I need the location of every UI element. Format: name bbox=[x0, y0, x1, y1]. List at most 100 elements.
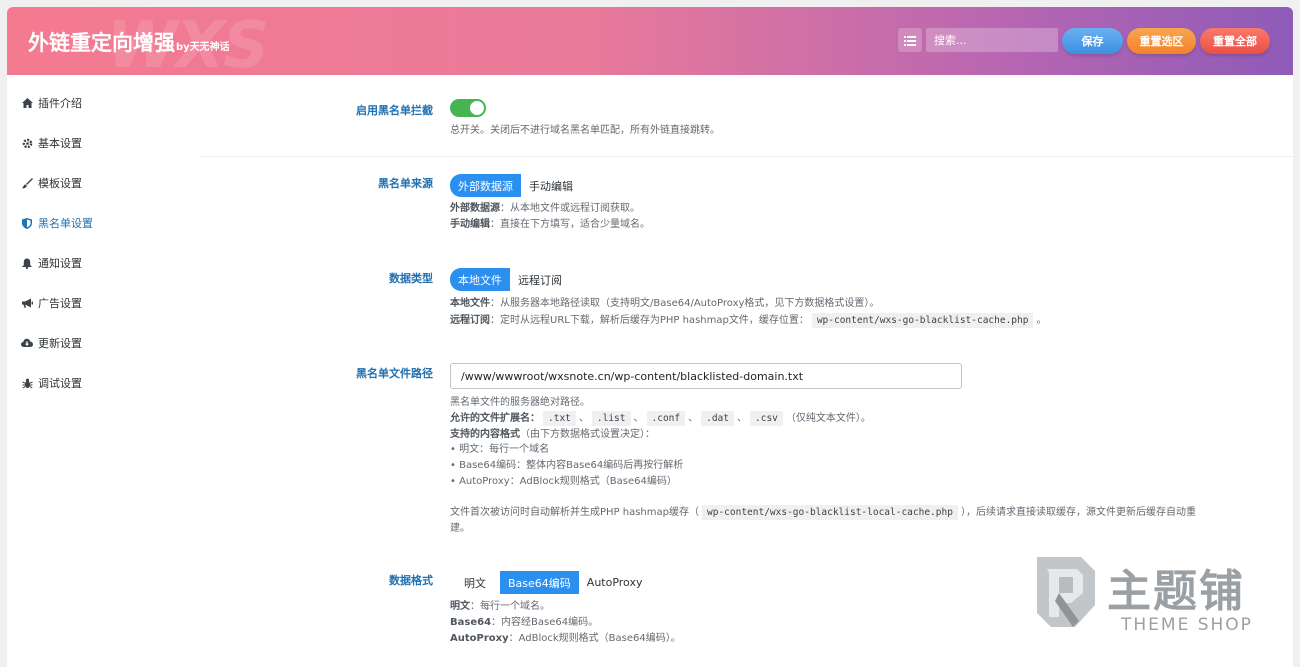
desc-key: 外部数据源 bbox=[450, 203, 500, 214]
sidebar-item-intro[interactable]: 插件介绍 bbox=[21, 93, 82, 113]
data-format-option-plain[interactable]: 明文 bbox=[450, 571, 500, 594]
desc-key: Base64 bbox=[450, 617, 492, 628]
desc-end: 。 bbox=[1036, 315, 1047, 326]
reset-selection-button[interactable]: 重置选区 bbox=[1127, 28, 1196, 54]
sidebar-item-notify[interactable]: 通知设置 bbox=[21, 253, 82, 273]
desc-key: 本地文件 bbox=[450, 298, 490, 309]
data-format-option-base64[interactable]: Base64编码 bbox=[500, 571, 579, 594]
desc-text: 文件首次被访问时自动解析并生成PHP hashmap缓存（ bbox=[450, 507, 699, 518]
sidebar-item-template[interactable]: 模板设置 bbox=[21, 173, 82, 193]
sidebar-item-label: 通知设置 bbox=[38, 257, 82, 270]
desc-text: ：定时从远程URL下载，解析后缓存为PHP hashmap文件，缓存位置： bbox=[490, 315, 809, 326]
field-label-source: 黑名单来源 bbox=[378, 177, 433, 190]
field-desc-source-2: 手动编辑：直接在下方填写，适合少量域名。 bbox=[450, 217, 650, 233]
divider bbox=[199, 156, 1293, 157]
field-desc-format-autoproxy: AutoProxy：AdBlock规则格式（Base64编码）。 bbox=[450, 631, 681, 647]
toggle-switch[interactable] bbox=[450, 99, 486, 117]
sidebar-item-debug[interactable]: 调试设置 bbox=[21, 373, 82, 393]
sidebar-item-label: 更新设置 bbox=[38, 337, 82, 350]
field-label-data-format: 数据格式 bbox=[389, 574, 433, 587]
format-bullet-base64: • Base64编码：整体内容Base64编码后再按行解析 bbox=[450, 460, 684, 471]
app-author: by天无神话 bbox=[176, 42, 230, 53]
app-title: 外链重定向增强by天无神话 bbox=[28, 27, 230, 57]
field-label-data-type: 数据类型 bbox=[389, 272, 433, 285]
sidebar-item-label: 基本设置 bbox=[38, 137, 82, 150]
ext-code: .txt bbox=[543, 411, 576, 426]
logo-text-en: THEME SHOP bbox=[1121, 615, 1253, 635]
data-type-option-local[interactable]: 本地文件 bbox=[450, 268, 510, 291]
field-desc-formats: 支持的内容格式（由下方数据格式设置决定）： bbox=[450, 427, 655, 443]
local-cache-path-code: wp-content/wxs-go-blacklist-local-cache.… bbox=[702, 505, 958, 520]
format-bullet-plain: • 明文：每行一个域名 bbox=[450, 444, 550, 455]
desc-key: 明文 bbox=[450, 601, 470, 612]
ext-separator: 、 bbox=[737, 413, 747, 424]
field-desc-data-type-1: 本地文件：从服务器本地路径读取（支持明文/Base64/AutoProxy格式，… bbox=[450, 296, 879, 312]
desc-text: ：从本地文件或远程订阅获取。 bbox=[500, 203, 640, 214]
sidebar-item-label: 黑名单设置 bbox=[38, 217, 93, 230]
field-desc-format-base64: Base64：内容经Base64编码。 bbox=[450, 615, 598, 631]
ext-code: .conf bbox=[646, 411, 686, 426]
blacklist-enable-toggle[interactable] bbox=[450, 99, 486, 117]
desc-text: （仅纯文本文件）。 bbox=[785, 413, 871, 424]
desc-text: ：AdBlock规则格式（Base64编码）。 bbox=[508, 633, 681, 644]
desc-key: AutoProxy bbox=[450, 633, 509, 644]
bell-icon bbox=[21, 257, 33, 269]
menu-toggle-button[interactable] bbox=[898, 28, 922, 52]
desc-key: 手动编辑 bbox=[450, 219, 490, 230]
data-type-option-remote[interactable]: 远程订阅 bbox=[510, 268, 570, 291]
field-desc-enable: 总开关。关闭后不进行域名黑名单匹配，所有外链直接跳转。 bbox=[450, 125, 720, 136]
save-button[interactable]: 保存 bbox=[1062, 28, 1123, 54]
field-desc-cache-note: 文件首次被访问时自动解析并生成PHP hashmap缓存（ wp-content/… bbox=[450, 505, 1196, 521]
source-option-manual[interactable]: 手动编辑 bbox=[521, 174, 581, 197]
format-bullet-autoproxy: • AutoProxy：AdBlock规则格式（Base64编码） bbox=[450, 476, 677, 487]
logo-text-cn: 主题铺 bbox=[1107, 566, 1245, 617]
ext-separator: 、 bbox=[578, 413, 589, 424]
field-desc-format-plain: 明文：每行一个域名。 bbox=[450, 599, 550, 615]
field-desc-data-type-2: 远程订阅：定时从远程URL下载，解析后缓存为PHP hashmap文件，缓存位置… bbox=[450, 313, 1046, 329]
home-icon bbox=[21, 97, 33, 109]
sidebar-item-ads[interactable]: 广告设置 bbox=[21, 293, 82, 313]
field-label-enable: 启用黑名单拦截 bbox=[356, 104, 433, 117]
desc-key: 支持的内容格式 bbox=[450, 429, 520, 440]
ext-code: .csv bbox=[750, 411, 783, 426]
field-label-file-path: 黑名单文件路径 bbox=[356, 367, 433, 380]
search-input[interactable] bbox=[926, 28, 1058, 52]
theme-shop-logo: 主题铺 THEME SHOP bbox=[1029, 547, 1293, 647]
reset-all-button[interactable]: 重置全部 bbox=[1200, 28, 1270, 54]
ext-code: .dat bbox=[701, 411, 734, 426]
desc-text: ：内容经Base64编码。 bbox=[491, 617, 599, 628]
sidebar-item-label: 插件介绍 bbox=[38, 97, 82, 110]
desc-text: （由下方数据格式设置决定）： bbox=[520, 429, 655, 440]
sidebar: 插件介绍 基本设置 模板设置 黑名单设置 通知设置 广告设置 更新设置 调试设置 bbox=[7, 75, 199, 667]
field-desc-cache-note-wrap: 建。 bbox=[450, 523, 470, 534]
list-icon bbox=[904, 31, 916, 50]
header-bar: WXS 外链重定向增强by天无神话 保存 重置选区 重置全部 bbox=[7, 7, 1293, 83]
sidebar-item-label: 调试设置 bbox=[38, 377, 82, 390]
shield-icon bbox=[21, 217, 33, 229]
ext-code: .list bbox=[591, 411, 631, 426]
data-format-option-autoproxy[interactable]: AutoProxy bbox=[578, 571, 651, 594]
desc-key: 允许的文件扩展名： bbox=[450, 413, 540, 424]
sidebar-item-blacklist[interactable]: 黑名单设置 bbox=[21, 213, 93, 233]
source-option-external[interactable]: 外部数据源 bbox=[450, 174, 521, 197]
desc-text: ），后续请求直接读取缓存，源文件更新后缓存自动重 bbox=[960, 507, 1196, 518]
megaphone-icon bbox=[21, 297, 33, 309]
data-format-segmented-control: 明文 Base64编码 AutoProxy bbox=[450, 571, 651, 594]
desc-text: ：每行一个域名。 bbox=[470, 601, 550, 612]
file-path-input[interactable] bbox=[450, 363, 962, 389]
bug-icon bbox=[21, 377, 33, 389]
sidebar-item-label: 模板设置 bbox=[38, 177, 82, 190]
field-desc-source-1: 外部数据源：从本地文件或远程订阅获取。 bbox=[450, 201, 640, 217]
app-window: WXS 外链重定向增强by天无神话 保存 重置选区 重置全部 插件介绍 基本设置… bbox=[7, 7, 1293, 667]
ext-separator: 、 bbox=[688, 413, 699, 424]
cache-path-code: wp-content/wxs-go-blacklist-cache.php bbox=[811, 313, 1034, 328]
brush-icon bbox=[21, 177, 33, 189]
desc-text: ：从服务器本地路径读取（支持明文/Base64/AutoProxy格式，见下方数… bbox=[490, 298, 880, 309]
field-desc-file-path-1: 黑名单文件的服务器绝对路径。 bbox=[450, 397, 590, 408]
field-desc-extensions: 允许的文件扩展名： .txt、 .list、 .conf、 .dat、 .csv （仅纯文本… bbox=[450, 411, 871, 427]
sidebar-item-update[interactable]: 更新设置 bbox=[21, 333, 82, 353]
app-title-text: 外链重定向增强 bbox=[28, 31, 175, 55]
desc-text: ：直接在下方填写，适合少量域名。 bbox=[490, 219, 650, 230]
ext-separator: 、 bbox=[633, 413, 644, 424]
sidebar-item-basic[interactable]: 基本设置 bbox=[21, 133, 82, 153]
